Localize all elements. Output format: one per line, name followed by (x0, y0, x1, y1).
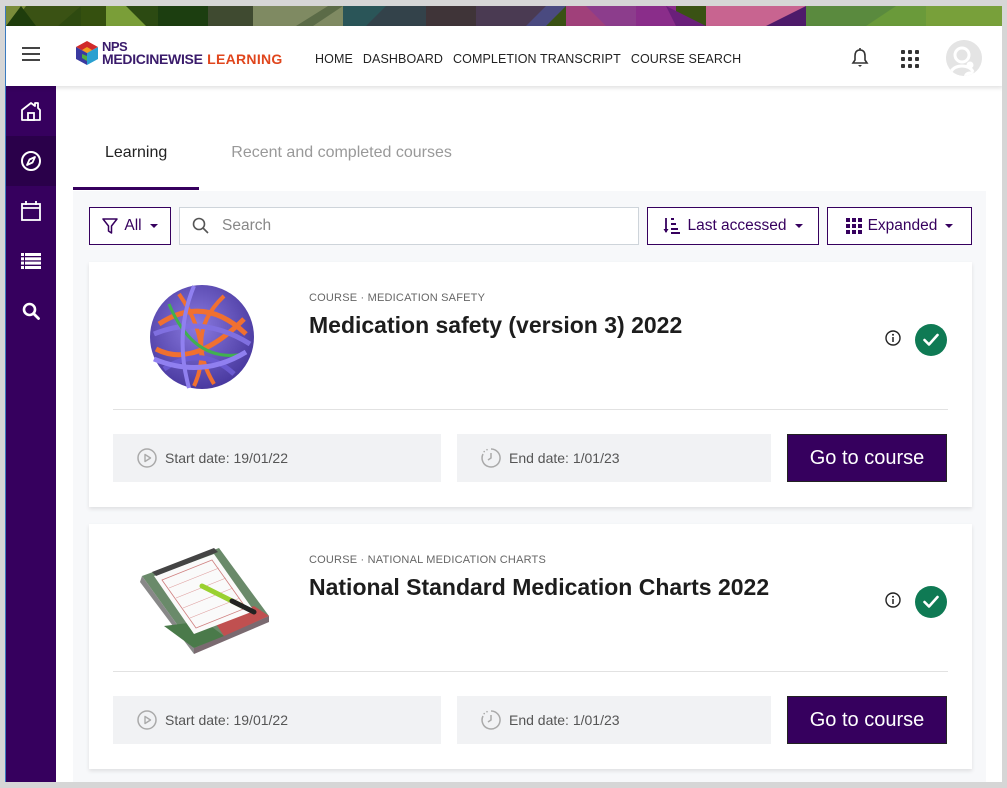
course-title[interactable]: National Standard Medication Charts 2022 (309, 574, 769, 601)
tab-panel: All Search Last accessed Expanded COURSE… (73, 191, 986, 782)
user-avatar[interactable] (946, 40, 982, 76)
course-card: COURSE · NATIONAL MEDICATION CHARTS Nati… (89, 524, 972, 769)
view-label: Expanded (867, 217, 938, 234)
search-box[interactable] (179, 207, 639, 245)
start-date-box: Start date: 19/01/22 (113, 434, 441, 482)
filter-label: All (124, 217, 142, 234)
logo-medicinewise: MEDICINEWISE (102, 51, 203, 67)
caret-down-icon (794, 224, 803, 228)
search-icon (22, 302, 40, 320)
hamburger-menu-icon[interactable] (22, 47, 40, 63)
course-card: COURSE · MEDICATION SAFETY Medication sa… (89, 262, 972, 507)
course-image-rubber-band-ball[interactable] (134, 274, 274, 399)
start-date: Start date: 19/01/22 (165, 712, 288, 728)
tab-learning[interactable]: Learning (73, 134, 200, 190)
caret-down-icon (945, 224, 954, 228)
divider (113, 671, 948, 672)
top-navbar: NPS MEDICINEWISE LEARNING HOME DASHBOARD… (6, 26, 1002, 86)
filter-dropdown-button[interactable]: All (89, 207, 171, 245)
calendar-icon (21, 201, 41, 221)
sort-dropdown-button[interactable]: Last accessed (647, 207, 819, 245)
funnel-icon (102, 218, 119, 234)
completed-check-icon (915, 324, 947, 356)
course-category: COURSE · MEDICATION SAFETY (309, 292, 486, 304)
sort-icon (663, 218, 681, 234)
go-to-course-button[interactable]: Go to course (787, 434, 947, 482)
play-circle-icon (137, 710, 157, 730)
apps-grid-icon[interactable] (901, 50, 919, 73)
info-icon[interactable] (885, 330, 901, 351)
course-image-clipboard[interactable] (134, 536, 274, 661)
nav-completion-transcript[interactable]: COMPLETION TRANSCRIPT (453, 52, 621, 66)
course-title[interactable]: Medication safety (version 3) 2022 (309, 312, 682, 339)
search-input[interactable] (222, 217, 602, 235)
clock-icon (481, 710, 501, 730)
course-category: COURSE · NATIONAL MEDICATION CHARTS (309, 554, 547, 566)
course-tabs: Learning Recent and completed courses (73, 134, 484, 190)
play-circle-icon (137, 448, 157, 468)
home-icon (21, 102, 41, 121)
start-date: Start date: 19/01/22 (165, 450, 288, 466)
logo-cube-icon (76, 41, 98, 65)
sidebar-item-explore[interactable] (6, 136, 56, 186)
view-dropdown-button[interactable]: Expanded (827, 207, 972, 245)
sidebar-item-home[interactable] (6, 86, 56, 136)
tab-recent-completed[interactable]: Recent and completed courses (199, 134, 484, 190)
nav-dashboard[interactable]: DASHBOARD (363, 52, 443, 66)
primary-nav: HOME DASHBOARD COMPLETION TRANSCRIPT COU… (315, 52, 741, 66)
end-date: End date: 1/01/23 (509, 712, 620, 728)
notifications-bell-icon[interactable] (851, 48, 869, 73)
go-to-course-button[interactable]: Go to course (787, 696, 947, 744)
site-logo[interactable]: NPS MEDICINEWISE LEARNING (76, 40, 283, 66)
end-date-box: End date: 1/01/23 (457, 696, 771, 744)
start-date-box: Start date: 19/01/22 (113, 696, 441, 744)
main-content: Learning Recent and completed courses Al… (56, 86, 1002, 782)
end-date: End date: 1/01/23 (509, 450, 620, 466)
sidebar-item-list[interactable] (6, 236, 56, 286)
end-date-box: End date: 1/01/23 (457, 434, 771, 482)
sidebar-item-search[interactable] (6, 286, 56, 336)
sidebar-item-calendar[interactable] (6, 186, 56, 236)
nav-course-search[interactable]: COURSE SEARCH (631, 52, 741, 66)
nav-home[interactable]: HOME (315, 52, 353, 66)
compass-icon (21, 151, 41, 171)
left-sidebar (6, 86, 56, 782)
sort-label: Last accessed (687, 217, 787, 234)
grid-view-icon (845, 218, 862, 234)
filter-bar: All Search Last accessed Expanded (89, 207, 972, 245)
list-icon (21, 253, 41, 269)
search-icon (192, 217, 209, 234)
completed-check-icon (915, 586, 947, 618)
divider (113, 409, 948, 410)
clock-icon (481, 448, 501, 468)
decorative-banner (6, 6, 1002, 26)
logo-learning: LEARNING (207, 51, 283, 67)
caret-down-icon (149, 224, 158, 228)
info-icon[interactable] (885, 592, 901, 613)
browser-frame: NPS MEDICINEWISE LEARNING HOME DASHBOARD… (5, 6, 1002, 782)
